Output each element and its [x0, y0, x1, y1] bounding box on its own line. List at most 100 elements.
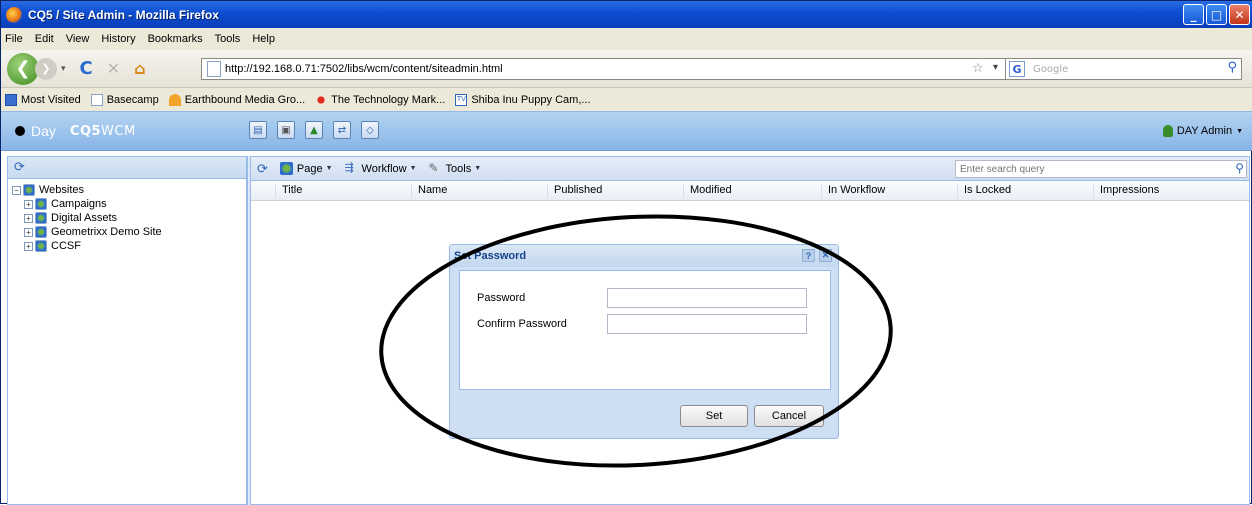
- menu-bookmarks[interactable]: Bookmarks: [148, 33, 203, 45]
- menu-bar: File Edit View History Bookmarks Tools H…: [1, 28, 1252, 50]
- close-button[interactable]: ✕: [1229, 4, 1250, 25]
- url-dropdown-icon[interactable]: ▾: [993, 62, 998, 73]
- page-menu-button[interactable]: Page ▼: [279, 162, 333, 175]
- expand-icon[interactable]: +: [24, 241, 33, 251]
- chevron-down-icon: ▼: [409, 165, 417, 172]
- brand-product: CQ5WCM: [69, 123, 136, 139]
- tree-node-websites[interactable]: − Websites: [12, 183, 246, 197]
- search-input[interactable]: [956, 161, 1228, 177]
- dialog-header: Set Password ? ✕: [450, 245, 838, 267]
- tools-menu-button[interactable]: ✎ Tools ▼: [429, 162, 482, 175]
- url-bar[interactable]: http://192.168.0.71:7502/libs/wcm/conten…: [201, 58, 1242, 80]
- expand-icon[interactable]: +: [24, 213, 33, 223]
- cq-header: Day CQ5WCM ▤ ▣ ▲ ⇄ ◇ DAY Admin ▼: [1, 111, 1252, 151]
- bookmark-technology[interactable]: The Technology Mark...: [315, 93, 445, 106]
- cancel-button[interactable]: Cancel: [754, 405, 824, 427]
- title-bar: CQ5 / Site Admin - Mozilla Firefox _ □ ✕: [1, 1, 1252, 28]
- column-title[interactable]: Title: [275, 184, 302, 198]
- search-bar[interactable]: G Google ⚲: [1005, 59, 1243, 79]
- bookmark-star-icon[interactable]: ☆: [972, 61, 984, 76]
- home-icon[interactable]: ⌂: [134, 59, 145, 78]
- chevron-down-icon: ▼: [1236, 127, 1243, 135]
- column-published[interactable]: Published: [547, 184, 602, 198]
- column-name[interactable]: Name: [411, 184, 447, 198]
- stop-icon[interactable]: ✕: [107, 59, 120, 78]
- tags-app-icon[interactable]: ◇: [361, 121, 379, 139]
- tree-node-geometrixx[interactable]: + Geometrixx Demo Site: [12, 225, 246, 239]
- tree-node-digital-assets[interactable]: + Digital Assets: [12, 211, 246, 225]
- set-password-dialog: Set Password ? ✕ Password Confirm Passwo…: [449, 244, 839, 439]
- menu-history[interactable]: History: [101, 33, 135, 45]
- refresh-icon: ⟳: [257, 160, 268, 176]
- menu-file[interactable]: File: [5, 33, 23, 45]
- menu-help[interactable]: Help: [252, 33, 275, 45]
- dialog-buttons: Set Cancel: [680, 405, 824, 427]
- grid-toolbar: ⟳ Page▼ ⇶ Workflow▼ ✎ Tools▼ ⚲: [251, 157, 1249, 181]
- page-icon: [90, 93, 103, 106]
- url-text[interactable]: http://192.168.0.71:7502/libs/wcm/conten…: [225, 63, 503, 75]
- refresh-icon[interactable]: ⟳: [14, 160, 25, 175]
- brand-day: Day: [31, 123, 56, 139]
- tree-node-label: Websites: [39, 184, 85, 196]
- tools-app-icon[interactable]: ▲: [305, 121, 323, 139]
- search-icon[interactable]: ⚲: [1227, 60, 1237, 75]
- expand-icon[interactable]: +: [24, 199, 33, 209]
- tree-node-ccsf[interactable]: + CCSF: [12, 239, 246, 253]
- dialog-body: Password Confirm Password: [459, 270, 831, 390]
- bookmark-most-visited[interactable]: Most Visited: [5, 93, 81, 106]
- password-row: Password: [477, 288, 807, 308]
- column-is-locked[interactable]: Is Locked: [957, 184, 1011, 198]
- refresh-button[interactable]: ⟳: [257, 161, 268, 177]
- column-impressions[interactable]: Impressions: [1093, 184, 1159, 198]
- bookmark-shiba[interactable]: TV Shiba Inu Puppy Cam,...: [455, 93, 591, 106]
- minimize-button[interactable]: _: [1183, 4, 1204, 25]
- collapse-icon[interactable]: −: [12, 185, 21, 195]
- tree-node-campaigns[interactable]: + Campaigns: [12, 197, 246, 211]
- window-controls: _ □ ✕: [1183, 4, 1250, 25]
- site-tree: − Websites + Campaigns + Digital Assets …: [8, 179, 246, 253]
- day-dot-icon: [15, 126, 25, 136]
- tree-node-label: CCSF: [51, 240, 81, 252]
- search-icon[interactable]: ⚲: [1235, 161, 1244, 175]
- technology-icon: [315, 93, 328, 106]
- history-dropdown-icon[interactable]: ▾: [61, 64, 66, 74]
- bookmark-basecamp[interactable]: Basecamp: [90, 93, 159, 106]
- forward-button[interactable]: ❯: [35, 57, 57, 80]
- site-tree-panel: ⟳ − Websites + Campaigns + Digital Asset…: [7, 156, 247, 505]
- help-icon[interactable]: ?: [802, 249, 815, 262]
- expand-icon[interactable]: +: [24, 227, 33, 237]
- column-in-workflow[interactable]: In Workflow: [821, 184, 885, 198]
- websites-app-icon[interactable]: ▤: [249, 121, 267, 139]
- menu-tools[interactable]: Tools: [215, 33, 241, 45]
- column-modified[interactable]: Modified: [683, 184, 732, 198]
- workflow-menu-button[interactable]: ⇶ Workflow ▼: [345, 162, 417, 175]
- dialog-tools: ? ✕: [802, 249, 832, 262]
- tools-icon: ✎: [428, 161, 439, 175]
- menu-edit[interactable]: Edit: [35, 33, 54, 45]
- globe-icon: [23, 184, 35, 196]
- reload-icon[interactable]: C: [80, 58, 93, 79]
- earthbound-icon: [168, 93, 181, 106]
- globe-icon: [35, 240, 47, 252]
- chevron-down-icon: ▼: [325, 165, 333, 172]
- menu-view[interactable]: View: [66, 33, 90, 45]
- chevron-down-icon: ▼: [474, 165, 482, 172]
- maximize-button[interactable]: □: [1206, 4, 1227, 25]
- user-menu[interactable]: DAY Admin ▼: [1162, 125, 1243, 137]
- most-visited-icon: [5, 93, 17, 106]
- tree-node-label: Campaigns: [51, 198, 107, 210]
- close-icon[interactable]: ✕: [819, 249, 832, 262]
- bookmark-earthbound[interactable]: Earthbound Media Gro...: [168, 93, 305, 106]
- user-name: DAY Admin: [1176, 125, 1233, 137]
- firefox-logo-icon: [6, 6, 22, 23]
- workflow-app-icon[interactable]: ⇄: [333, 121, 351, 139]
- user-icon: [1162, 125, 1173, 137]
- digital-assets-app-icon[interactable]: ▣: [277, 121, 295, 139]
- confirm-password-field[interactable]: [607, 314, 807, 334]
- app-switcher: ▤ ▣ ▲ ⇄ ◇: [249, 121, 379, 139]
- google-icon[interactable]: G: [1009, 61, 1025, 77]
- password-field[interactable]: [607, 288, 807, 308]
- set-button[interactable]: Set: [680, 405, 748, 427]
- page-icon: [279, 162, 293, 175]
- globe-icon: [35, 226, 47, 238]
